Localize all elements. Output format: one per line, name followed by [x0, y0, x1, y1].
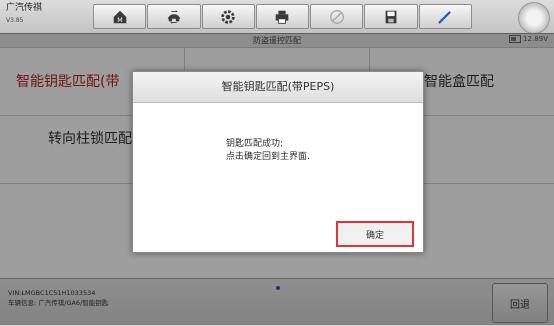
top-toolbar: 广汽传祺 V3.85 M [0, 0, 554, 34]
confirm-button-label: 确定 [365, 230, 384, 241]
toolbar-buttons: M [93, 4, 473, 29]
home-button[interactable]: M [93, 4, 147, 29]
printer-icon [276, 10, 289, 24]
dialog-message-line2: 点击确定回到主界面. [226, 152, 310, 162]
result-dialog: 智能钥匙匹配(带PEPS) 钥匙匹配成功; 点击确定回到主界面. 确定 [132, 71, 424, 253]
vehicle-swap-icon [167, 9, 181, 24]
brand: 广汽传祺 V3.85 [6, 3, 42, 26]
menu-round-button[interactable] [518, 2, 550, 34]
no-signal-icon [329, 9, 344, 24]
save-icon [385, 10, 397, 23]
dialog-title: 智能钥匙匹配(带PEPS) [133, 72, 423, 103]
print-button[interactable] [255, 4, 310, 29]
version-label: V3.85 [6, 17, 24, 24]
gear-icon [221, 9, 235, 24]
confirm-button[interactable]: 确定 [336, 221, 414, 247]
dialog-message: 钥匙匹配成功; 点击确定回到主界面. [226, 138, 310, 164]
save-button[interactable] [364, 4, 418, 29]
vehicle-swap-button[interactable] [147, 4, 201, 29]
home-icon: M [113, 10, 126, 23]
svg-text:M: M [117, 16, 122, 23]
pen-icon [438, 10, 451, 24]
settings-button[interactable] [201, 4, 255, 29]
annotate-button[interactable] [418, 4, 472, 29]
dialog-message-line1: 钥匙匹配成功; [226, 139, 284, 149]
brand-name: 广汽传祺 [6, 3, 43, 13]
connection-button[interactable] [310, 4, 364, 29]
